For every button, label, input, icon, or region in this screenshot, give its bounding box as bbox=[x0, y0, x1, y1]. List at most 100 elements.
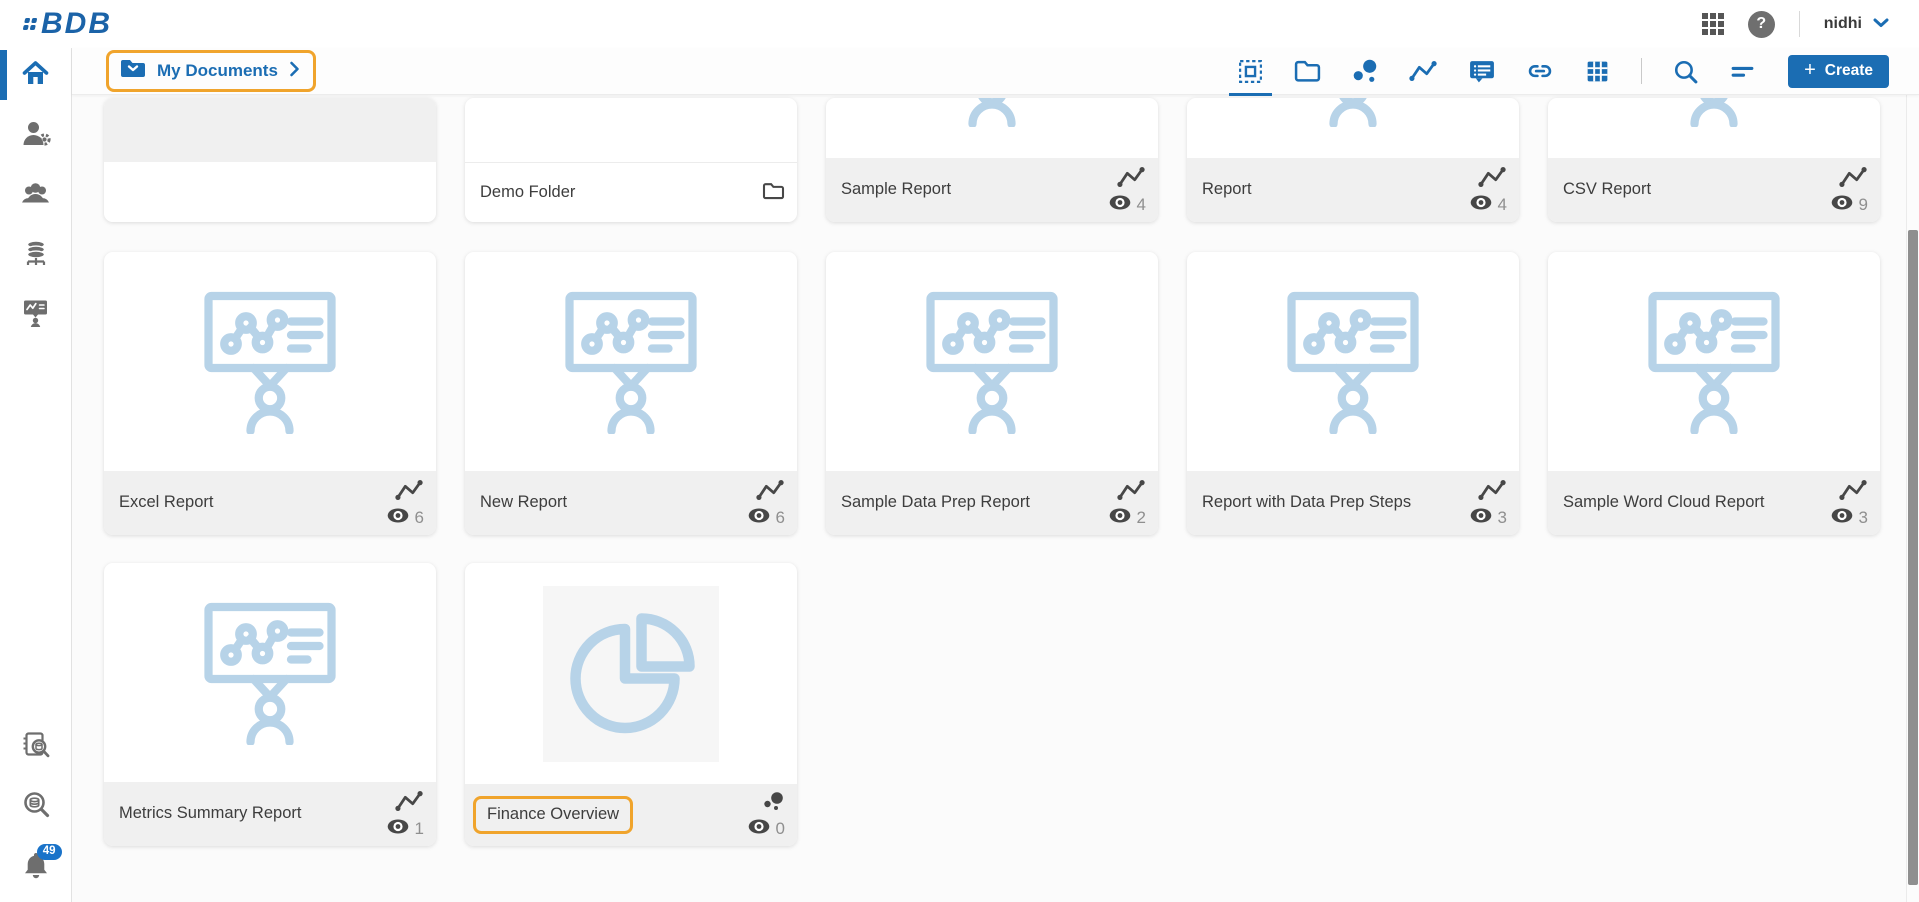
card-title: CSV Report bbox=[1563, 180, 1652, 199]
apps-grid-icon[interactable] bbox=[1702, 13, 1724, 35]
sidebar-item-data-search[interactable] bbox=[0, 782, 72, 832]
sidebar-item-data-center[interactable] bbox=[0, 230, 72, 280]
card-new-report[interactable]: New Report 6 bbox=[465, 252, 797, 535]
card-thumbnail bbox=[104, 98, 436, 162]
scrollbar-thumb[interactable] bbox=[1908, 230, 1918, 885]
card-title: Report with Data Prep Steps bbox=[1202, 493, 1412, 512]
card-meta: 3 bbox=[1831, 478, 1868, 528]
board-view-icon[interactable] bbox=[1468, 48, 1496, 94]
card-excel-report[interactable]: Excel Report 6 bbox=[104, 252, 436, 535]
card-meta: 9 bbox=[1831, 165, 1868, 215]
breadcrumb-toolbar: My Documents + Create bbox=[72, 48, 1919, 96]
eye-icon bbox=[1109, 195, 1131, 215]
card-thumbnail bbox=[104, 252, 436, 471]
eye-icon bbox=[387, 508, 409, 528]
scatter-view-icon[interactable] bbox=[1351, 48, 1378, 94]
card-footer: Sample Data Prep Report 2 bbox=[826, 471, 1158, 535]
report-icon bbox=[195, 595, 345, 750]
logo-dots-icon bbox=[22, 18, 38, 30]
user-menu[interactable]: nidhi bbox=[1824, 15, 1889, 33]
card-thumbnail bbox=[1548, 252, 1880, 471]
trend-icon bbox=[1477, 165, 1507, 194]
eye-icon bbox=[748, 508, 770, 528]
cards-row: Excel Report 6 New Report 6 Sample Data Prep… bbox=[104, 252, 1919, 535]
create-label: Create bbox=[1824, 62, 1873, 79]
card-meta: 2 bbox=[1109, 478, 1146, 528]
view-toolbar: + Create bbox=[1229, 48, 1889, 96]
views-count: 1 bbox=[414, 819, 424, 838]
eye-icon bbox=[1470, 195, 1492, 215]
report-icon-fragment bbox=[917, 98, 1067, 128]
card-sample-report[interactable]: Sample Report 4 bbox=[826, 98, 1158, 222]
card-footer: CSV Report 9 bbox=[1548, 158, 1880, 222]
trend-view-icon[interactable] bbox=[1408, 48, 1438, 94]
data-search-icon bbox=[21, 790, 51, 825]
card-footer: Metrics Summary Report 1 bbox=[104, 782, 436, 846]
card-meta: 6 bbox=[748, 478, 785, 528]
card-sample-word-cloud-report[interactable]: Sample Word Cloud Report 3 bbox=[1548, 252, 1880, 535]
plus-icon: + bbox=[1804, 59, 1816, 81]
breadcrumb[interactable]: My Documents bbox=[106, 50, 316, 92]
create-button[interactable]: + Create bbox=[1788, 54, 1889, 88]
card-meta: 4 bbox=[1109, 165, 1146, 215]
header-divider bbox=[1798, 11, 1800, 37]
card-empty[interactable] bbox=[104, 98, 436, 222]
report-icon-fragment bbox=[1278, 98, 1428, 128]
folder-open-icon bbox=[120, 58, 146, 84]
report-icon bbox=[917, 284, 1067, 439]
card-thumbnail bbox=[826, 98, 1158, 158]
report-icon bbox=[195, 284, 345, 439]
card-title: Metrics Summary Report bbox=[119, 804, 302, 823]
card-finance-overview[interactable]: Finance Overview 0 bbox=[465, 563, 797, 846]
search-icon[interactable] bbox=[1672, 48, 1699, 94]
eye-icon bbox=[387, 819, 409, 839]
card-footer: Report 4 bbox=[1187, 158, 1519, 222]
sidebar-item-user-groups[interactable] bbox=[0, 170, 72, 220]
sidebar-item-user-admin[interactable] bbox=[0, 110, 72, 160]
link-view-icon[interactable] bbox=[1526, 48, 1554, 94]
cards-row: Metrics Summary Report 1 Finance Overview 0 bbox=[104, 563, 1919, 846]
scatter-icon bbox=[762, 791, 785, 818]
presentation-icon bbox=[20, 297, 51, 333]
report-icon bbox=[1639, 284, 1789, 439]
views-indicator: 9 bbox=[1831, 195, 1868, 215]
logo-text: BDB bbox=[41, 7, 112, 40]
trend-icon bbox=[1477, 478, 1507, 507]
folder-view-icon[interactable] bbox=[1294, 48, 1321, 94]
views-indicator: 0 bbox=[748, 819, 785, 839]
card-title: Sample Word Cloud Report bbox=[1563, 493, 1765, 512]
folder-icon bbox=[762, 181, 785, 205]
views-count: 6 bbox=[775, 508, 785, 527]
card-title: Sample Data Prep Report bbox=[841, 493, 1030, 512]
notification-badge: 49 bbox=[36, 844, 62, 860]
eye-icon bbox=[748, 819, 770, 839]
card-report[interactable]: Report 4 bbox=[1187, 98, 1519, 222]
sidebar-item-presentation[interactable] bbox=[0, 290, 72, 340]
views-count: 4 bbox=[1497, 195, 1507, 214]
card-title: Demo Folder bbox=[480, 182, 576, 201]
sort-icon[interactable] bbox=[1729, 48, 1756, 94]
eye-icon bbox=[1831, 195, 1853, 215]
card-footer: Sample Word Cloud Report 3 bbox=[1548, 471, 1880, 535]
card-metrics-summary-report[interactable]: Metrics Summary Report 1 bbox=[104, 563, 436, 846]
grid-view-icon[interactable] bbox=[1584, 48, 1611, 94]
card-meta: 4 bbox=[1470, 165, 1507, 215]
card-csv-report[interactable]: CSV Report 9 bbox=[1548, 98, 1880, 222]
card-demo-folder[interactable]: Demo Folder bbox=[465, 98, 797, 222]
select-view-icon[interactable] bbox=[1229, 48, 1273, 96]
trend-icon bbox=[394, 478, 424, 507]
sidebar-item-home[interactable] bbox=[0, 50, 72, 100]
sidebar-item-notifications[interactable]: 49 bbox=[0, 842, 72, 892]
views-count: 0 bbox=[775, 819, 785, 838]
card-footer: Excel Report 6 bbox=[104, 471, 436, 535]
views-count: 6 bbox=[414, 508, 424, 527]
card-sample-data-prep-report[interactable]: Sample Data Prep Report 2 bbox=[826, 252, 1158, 535]
card-report-with-data-prep-steps[interactable]: Report with Data Prep Steps 3 bbox=[1187, 252, 1519, 535]
card-title: Finance Overview bbox=[473, 796, 740, 834]
help-icon[interactable]: ? bbox=[1747, 10, 1775, 38]
data-catalog-icon bbox=[20, 730, 51, 765]
card-thumbnail bbox=[1548, 98, 1880, 158]
views-count: 9 bbox=[1858, 195, 1868, 214]
card-title: Sample Report bbox=[841, 180, 952, 199]
sidebar-item-data-catalog[interactable] bbox=[0, 722, 72, 772]
